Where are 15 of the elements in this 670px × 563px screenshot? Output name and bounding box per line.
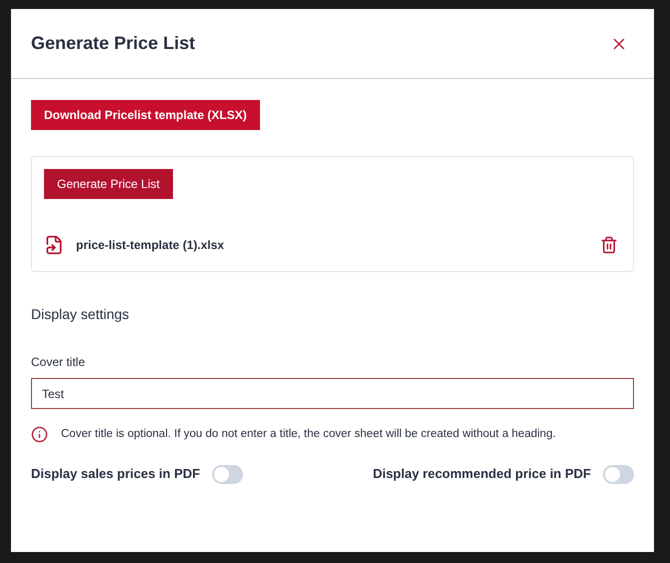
delete-icon[interactable] (600, 236, 618, 254)
toggle-label: Display recommended price in PDF (372, 465, 591, 484)
file-name: price-list-template (1).xlsx (76, 237, 224, 254)
generate-price-list-button[interactable]: Generate Price List (44, 169, 173, 199)
section-title: Display settings (31, 305, 130, 324)
field-label: Cover title (31, 354, 86, 371)
cover-title-field[interactable]: Test (31, 378, 634, 409)
info-icon (31, 426, 48, 444)
download-template-button[interactable]: Download Pricelist template (XLSX) (31, 100, 260, 130)
info-text: Cover title is optional. If you do not enter a title, the cover sheet will be created without a heading. (61, 427, 556, 442)
toggle-switch[interactable] (603, 464, 634, 484)
dialog-title: Generate Price List (31, 32, 196, 55)
file-icon (44, 235, 64, 255)
toggle-label: Display sales prices in PDF (31, 465, 200, 484)
toggle-switch[interactable] (212, 464, 244, 484)
